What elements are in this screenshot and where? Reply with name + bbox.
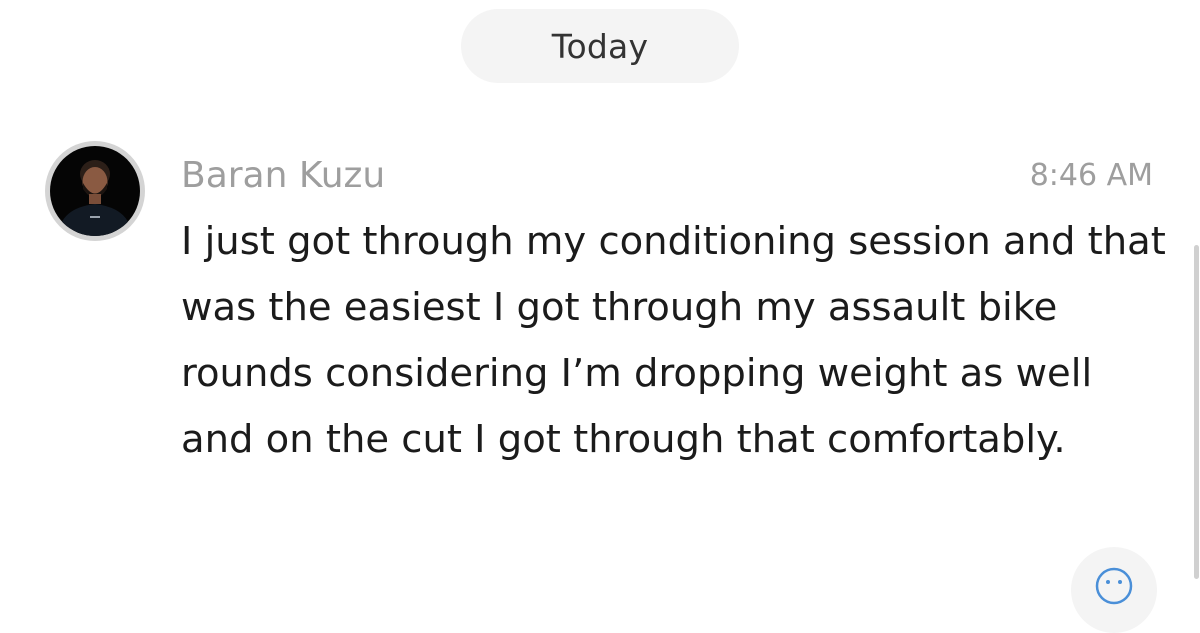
sender-name[interactable]: Baran Kuzu: [181, 152, 385, 200]
date-divider-label: Today: [551, 26, 649, 66]
message-body: I just got through my conditioning sessi…: [181, 219, 1166, 462]
reaction-button[interactable]: [1071, 547, 1157, 633]
avatar[interactable]: [45, 141, 145, 241]
date-divider: Today: [461, 9, 739, 83]
scrollbar-thumb[interactable]: [1194, 245, 1199, 579]
emoji-reaction-icon: [1095, 567, 1133, 605]
profile-photo-icon: [50, 146, 140, 236]
message-timestamp: 8:46 AM: [1029, 158, 1153, 193]
